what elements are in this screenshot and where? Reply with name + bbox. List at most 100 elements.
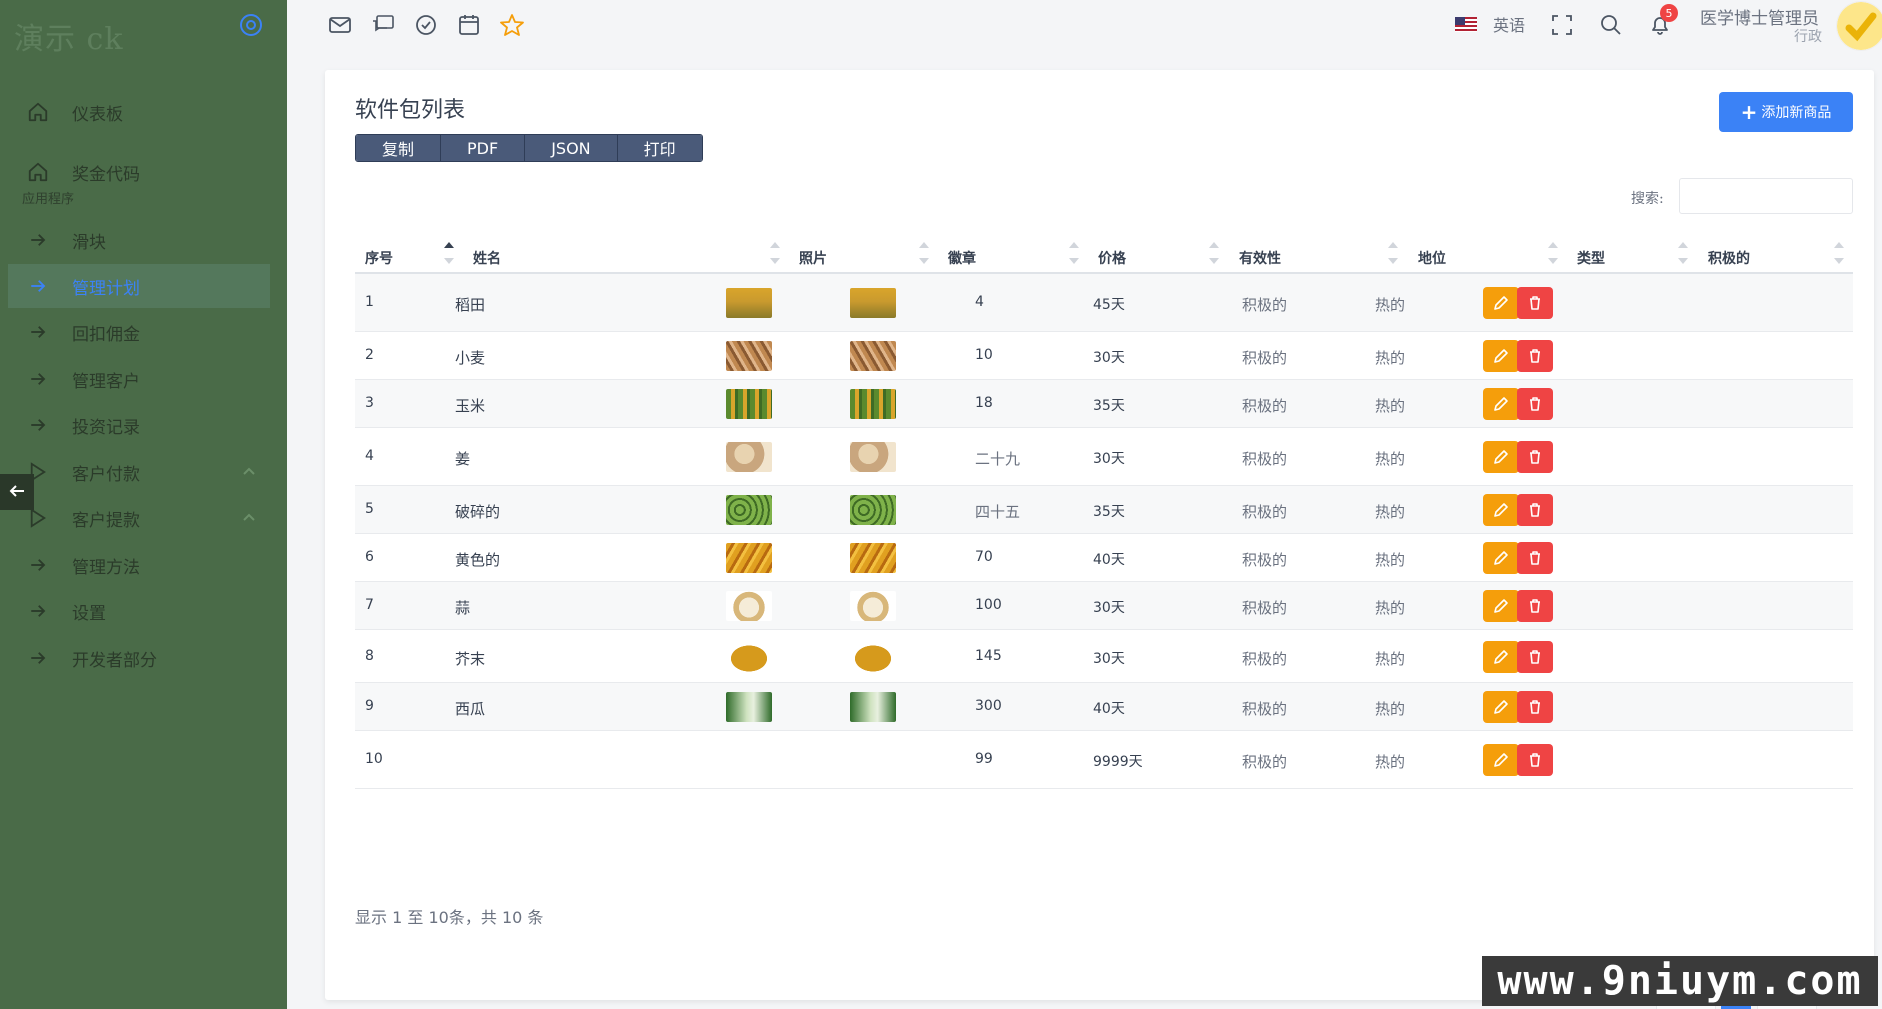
notification-badge: 5 <box>1660 4 1678 22</box>
row-name: 黄色的 <box>455 551 501 569</box>
sidebar-item-slider[interactable]: 滑块 <box>8 218 270 262</box>
row-status: 积极的 <box>1242 753 1288 771</box>
calendar-icon[interactable] <box>456 12 482 38</box>
sidebar-item-investments[interactable]: 投资记录 <box>8 403 270 447</box>
edit-button[interactable] <box>1483 641 1519 673</box>
trash-icon <box>1530 503 1540 517</box>
row-type: 热的 <box>1375 599 1406 617</box>
row-id: 6 <box>365 549 374 565</box>
trash-icon <box>1530 296 1540 310</box>
search-icon[interactable] <box>1598 12 1624 38</box>
fullscreen-icon[interactable] <box>1549 12 1575 38</box>
delete-button[interactable] <box>1517 494 1553 526</box>
sidebar-item-customers[interactable]: 管理客户 <box>8 357 270 401</box>
chat-icon[interactable] <box>370 12 396 38</box>
table-info: 显示 1 至 10条，共 10 条 <box>355 904 543 928</box>
edit-button[interactable] <box>1483 691 1519 723</box>
sort-icon[interactable] <box>769 240 781 268</box>
sidebar-item-withdrawals[interactable]: 客户提款 <box>8 496 270 540</box>
column-header-type[interactable]: 类型 <box>1577 248 1605 268</box>
column-header-status[interactable]: 地位 <box>1418 248 1446 268</box>
edit-button[interactable] <box>1483 441 1519 473</box>
delete-button[interactable] <box>1517 691 1553 723</box>
delete-button[interactable] <box>1517 287 1553 319</box>
delete-button[interactable] <box>1517 744 1553 776</box>
language-selector[interactable]: 英语 <box>1455 12 1525 36</box>
row-name: 稻田 <box>455 296 486 314</box>
sidebar-item-developer[interactable]: 开发者部分 <box>8 636 270 680</box>
json-button[interactable]: JSON <box>525 135 618 161</box>
sort-icon[interactable] <box>1208 240 1220 268</box>
column-header-badge[interactable]: 徽章 <box>948 248 976 268</box>
info-to: 10 <box>428 908 449 927</box>
copy-button[interactable]: 复制 <box>356 135 442 161</box>
row-status: 积极的 <box>1242 296 1288 314</box>
column-header-id[interactable]: 序号 <box>365 248 393 268</box>
edit-button[interactable] <box>1483 744 1519 776</box>
row-validity: 40天 <box>1093 701 1125 717</box>
delete-button[interactable] <box>1517 641 1553 673</box>
sidebar-toggle-icon[interactable] <box>240 14 262 36</box>
row-id: 4 <box>365 448 374 464</box>
column-header-photo[interactable]: 照片 <box>799 248 827 268</box>
sort-icon[interactable] <box>918 240 930 268</box>
star-icon[interactable] <box>499 12 525 38</box>
sidebar-item-rebate[interactable]: 回扣佣金 <box>8 310 270 354</box>
row-price: 300 <box>975 698 1002 714</box>
sort-icon[interactable] <box>1068 240 1080 268</box>
trash-icon <box>1530 599 1540 613</box>
avatar[interactable] <box>1837 2 1882 50</box>
row-type: 热的 <box>1375 503 1406 521</box>
add-product-button[interactable]: + 添加新商品 <box>1719 92 1853 132</box>
edit-button[interactable] <box>1483 388 1519 420</box>
photo-thumbnail <box>726 692 772 722</box>
edit-button[interactable] <box>1483 287 1519 319</box>
delete-button[interactable] <box>1517 340 1553 372</box>
row-status: 积极的 <box>1242 503 1288 521</box>
sort-icon[interactable] <box>1387 240 1399 268</box>
print-button[interactable]: 打印 <box>617 135 702 161</box>
row-name: 小麦 <box>455 349 486 367</box>
sidebar-item-methods[interactable]: 管理方法 <box>8 543 270 587</box>
info-to-word: 至 <box>407 908 424 927</box>
search-input[interactable] <box>1679 178 1853 214</box>
sidebar-item-payments[interactable]: 客户付款 <box>8 450 270 494</box>
sidebar-item-dashboard[interactable]: 仪表板 <box>8 90 270 134</box>
column-header-price[interactable]: 价格 <box>1098 248 1126 268</box>
row-type: 热的 <box>1375 551 1406 569</box>
column-header-active[interactable]: 积极的 <box>1708 248 1750 268</box>
row-price: 145 <box>975 648 1002 664</box>
sort-icon[interactable] <box>1677 240 1689 268</box>
delete-button[interactable] <box>1517 388 1553 420</box>
brand-logo[interactable]: 演示 ck <box>14 14 124 58</box>
collapse-sidebar-button[interactable] <box>0 474 34 510</box>
pdf-button[interactable]: PDF <box>441 135 526 161</box>
edit-button[interactable] <box>1483 340 1519 372</box>
edit-button[interactable] <box>1483 542 1519 574</box>
edit-button[interactable] <box>1483 494 1519 526</box>
packages-table: 序号 姓名 照片 徽章 价格 有效性 地位 类型 积极的 1 稻田 4 45天 积极的热… <box>355 230 1853 789</box>
pencil-icon <box>1494 503 1508 517</box>
edit-button[interactable] <box>1483 590 1519 622</box>
language-label: 英语 <box>1493 16 1526 35</box>
delete-button[interactable] <box>1517 542 1553 574</box>
arrow-right-icon <box>24 318 52 346</box>
sidebar-item-label: 开发者部分 <box>72 650 157 671</box>
delete-button[interactable] <box>1517 441 1553 473</box>
row-name: 西瓜 <box>455 700 486 718</box>
mail-icon[interactable] <box>327 12 353 38</box>
table-row: 8 芥末 145 30天 积极的 热的 <box>355 630 1853 683</box>
top-bar: 英语 5 医学博士管理员 行政 <box>287 0 1882 50</box>
sidebar-item-manage-plans[interactable]: 管理计划 <box>8 264 270 308</box>
table-row: 6 黄色的 70 40天 积极的 热的 <box>355 534 1853 582</box>
sidebar-item-settings[interactable]: 设置 <box>8 589 270 633</box>
sidebar-item-label: 投资记录 <box>72 417 140 438</box>
column-header-validity[interactable]: 有效性 <box>1239 248 1281 268</box>
photo-thumbnail <box>726 442 772 472</box>
sort-icon[interactable] <box>1833 240 1845 268</box>
sort-icon[interactable] <box>443 240 455 268</box>
sort-icon[interactable] <box>1547 240 1559 268</box>
delete-button[interactable] <box>1517 590 1553 622</box>
column-header-name[interactable]: 姓名 <box>473 248 501 268</box>
check-circle-icon[interactable] <box>413 12 439 38</box>
